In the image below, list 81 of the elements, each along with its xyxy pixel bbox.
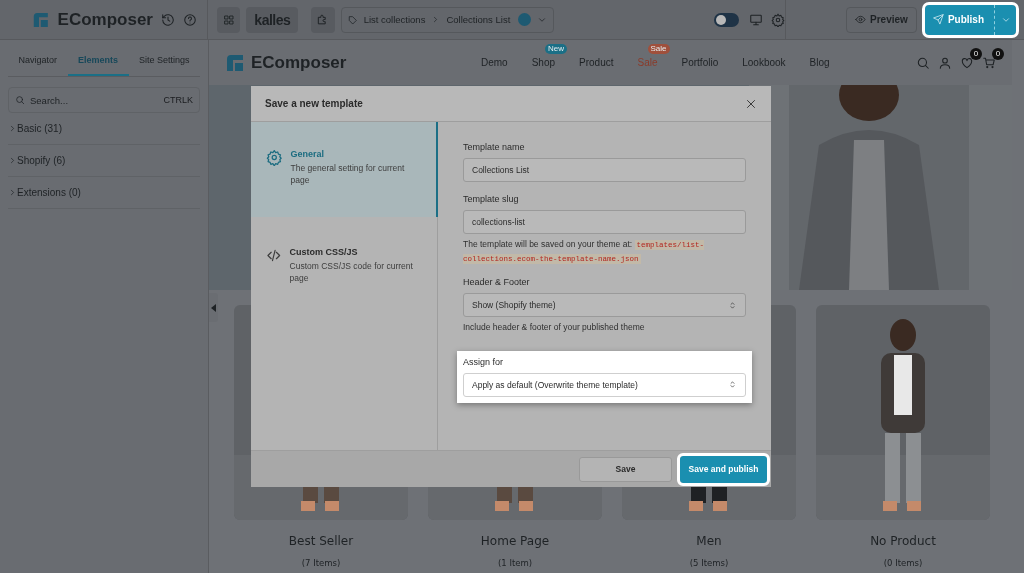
collection-title: Men: [696, 534, 722, 548]
cart-count: 0: [992, 47, 1004, 60]
collection-count: (7 Items): [301, 558, 341, 568]
sidebar-tab[interactable]: Site Settings: [128, 46, 200, 76]
breadcrumb-item: List collections: [363, 14, 426, 25]
chevron-right-icon: [8, 124, 17, 133]
shortcut-hint: CTRLK: [163, 95, 193, 105]
settings-section[interactable]: Custom CSS/JS Custom CSS/JS code for current page: [251, 217, 438, 305]
close-icon: [745, 97, 757, 110]
select-field[interactable]: Show (Shopify theme): [463, 293, 746, 318]
search-field[interactable]: Search... CTRLK: [8, 87, 200, 113]
field-label: Template slug: [463, 194, 520, 204]
nav-link[interactable]: Demo: [481, 57, 508, 68]
element-group[interactable]: Basic (31): [8, 113, 200, 145]
input-field[interactable]: Collections List: [463, 158, 746, 182]
heart-icon[interactable]: [960, 55, 974, 70]
search-icon: [15, 95, 25, 105]
chevron-right-icon: [8, 156, 17, 165]
page-selector[interactable]: List collections Collections List: [340, 6, 554, 33]
section-description: The general setting for current page: [290, 163, 406, 187]
section-title: General: [290, 149, 326, 159]
send-icon: [932, 14, 944, 25]
collection-count: (1 Item): [497, 558, 533, 568]
search-placeholder: Search...: [30, 94, 69, 106]
nav-link[interactable]: Blog: [809, 57, 830, 68]
cart-icon[interactable]: [982, 55, 996, 70]
code-icon: [266, 247, 282, 264]
element-group[interactable]: Extensions (0): [8, 177, 200, 209]
collection-title: Home Page: [480, 534, 550, 548]
element-group[interactable]: Shopify (6): [8, 145, 200, 177]
section-description: Custom CSS/JS code for current page: [289, 261, 414, 285]
theme-toggle[interactable]: [713, 12, 740, 27]
user-icon[interactable]: [938, 55, 952, 70]
preview-button[interactable]: Preview: [846, 6, 917, 33]
extensions-button[interactable]: [311, 6, 335, 33]
nav-badge: Sale: [647, 44, 670, 54]
field-label: Template name: [463, 142, 526, 152]
app-logo: EComposer: [57, 9, 153, 30]
settings-section[interactable]: General The general setting for current page: [251, 122, 438, 217]
dialog-title: Save a new template: [265, 98, 363, 109]
wishlist-count: 0: [970, 47, 982, 60]
input-field[interactable]: collections-list: [463, 210, 746, 234]
collection-count: (5 Items): [689, 558, 729, 568]
eye-icon: [855, 14, 867, 25]
help-text: Include header & footer of your published theme: [463, 321, 646, 335]
collection-count: (0 Items): [883, 558, 923, 568]
publish-button[interactable]: Publish: [924, 4, 1016, 35]
nav-link[interactable]: Shop: [531, 57, 556, 68]
close-button[interactable]: [745, 97, 757, 110]
store-logo: EComposer: [251, 52, 348, 73]
sort-caret-icon: [728, 300, 737, 310]
tag-icon: [347, 14, 358, 25]
collection-title: Best Seller: [288, 534, 354, 548]
field-label: Header & Footer: [463, 277, 531, 288]
collection-title: No Product: [870, 534, 936, 548]
breadcrumb-item: Collections List: [446, 14, 511, 25]
theme-button[interactable]: kalles: [246, 6, 299, 33]
save-button[interactable]: Save: [579, 456, 672, 482]
chevron-right-icon: [8, 188, 17, 197]
grid-icon: [222, 13, 235, 26]
store-logo-icon: [225, 52, 245, 73]
select-field[interactable]: Apply as default (Overwrite theme template): [463, 372, 746, 397]
collapse-handle[interactable]: [209, 293, 218, 322]
settings-icon: [266, 149, 283, 166]
search-icon[interactable]: [916, 55, 930, 70]
nav-link[interactable]: Product: [579, 57, 614, 68]
sidebar-tab[interactable]: Elements: [67, 46, 129, 76]
desktop-icon[interactable]: [749, 12, 764, 27]
apps-button[interactable]: [217, 6, 241, 33]
sort-caret-icon: [728, 380, 737, 390]
section-title: Custom CSS/JS: [289, 247, 359, 257]
help-icon[interactable]: [183, 12, 197, 27]
nav-link[interactable]: Lookbook: [742, 57, 786, 68]
nav-link[interactable]: Portfolio: [681, 57, 719, 68]
field-label: Assign for: [463, 356, 505, 367]
nav-badge: New: [545, 44, 568, 54]
save-and-publish-button[interactable]: Save and publish: [680, 455, 767, 483]
sidebar-tab[interactable]: Navigator: [8, 46, 68, 76]
history-icon[interactable]: [161, 12, 175, 27]
caret-left-icon: [211, 303, 216, 312]
settings-icon[interactable]: [771, 12, 786, 27]
